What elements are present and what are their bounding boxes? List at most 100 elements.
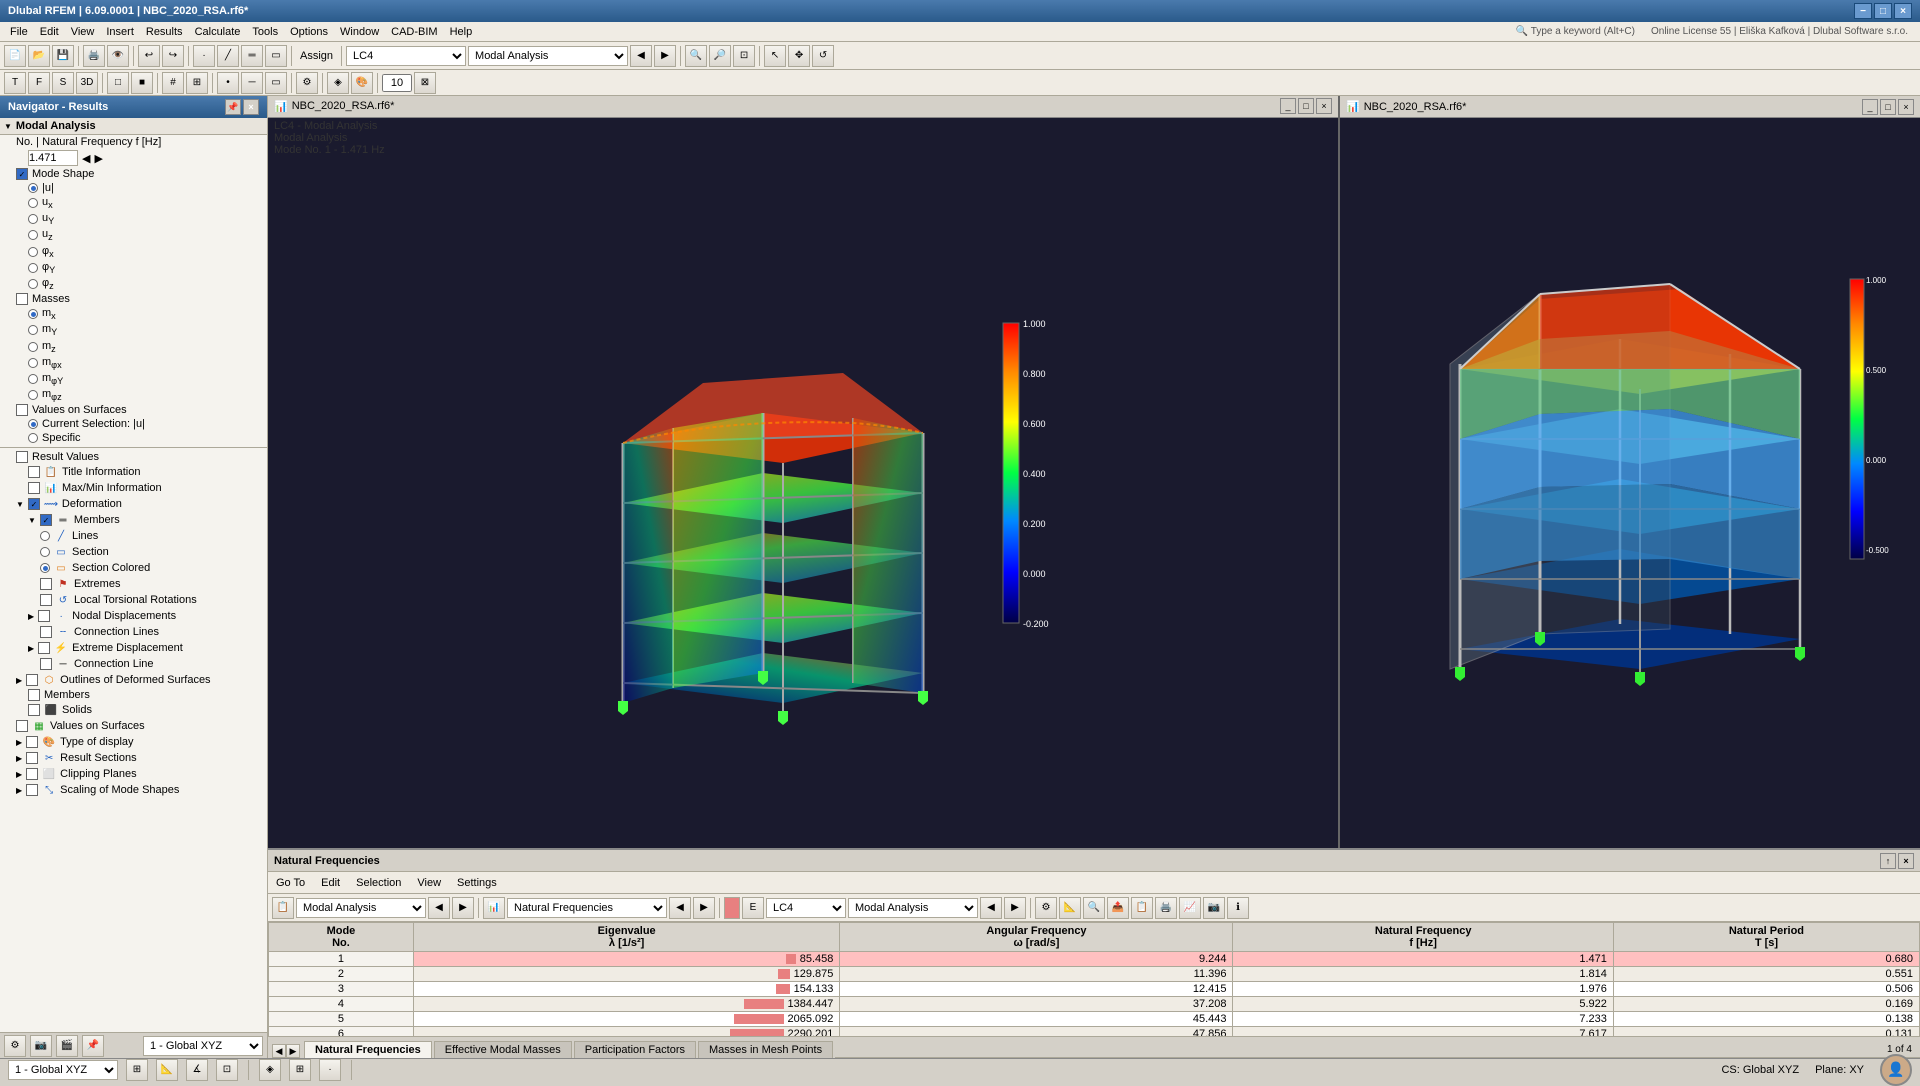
nav-result-values[interactable]: Result Values [0, 450, 267, 464]
nav-specific[interactable]: Specific [0, 431, 267, 445]
results-lc-color[interactable] [724, 897, 740, 919]
nav-deformation[interactable]: ▼ ✓ ⟿ Deformation [0, 496, 267, 512]
nav-values-surfaces2-check[interactable] [16, 720, 28, 732]
nav-bot-btn4[interactable]: 📌 [82, 1035, 104, 1057]
nav-mz-radio[interactable] [28, 342, 38, 352]
status-snap-1[interactable]: ◈ [259, 1059, 281, 1081]
results-graph[interactable]: 📈 [1179, 897, 1201, 919]
nav-uz-radio[interactable] [28, 230, 38, 240]
view-right-close[interactable]: × [1898, 99, 1914, 115]
next-freq-btn[interactable]: ▶ [94, 152, 102, 165]
results-print-btn[interactable]: 🖨️ [1155, 897, 1177, 919]
results-lc-e[interactable]: E [742, 897, 764, 919]
tab-participation[interactable]: Participation Factors [574, 1041, 696, 1058]
results-tb-2[interactable]: 📊 [483, 897, 505, 919]
nav-mphiz-radio[interactable] [28, 390, 38, 400]
tab-masses-mesh[interactable]: Masses in Mesh Points [698, 1041, 833, 1058]
nav-close-button[interactable]: × [243, 99, 259, 115]
nav-values-surfaces-check[interactable] [16, 404, 28, 416]
nav-solids[interactable]: ⬛ Solids [0, 702, 267, 718]
nav-bot-btn1[interactable]: ⚙ [4, 1035, 26, 1057]
nav-mphix-radio[interactable] [28, 358, 38, 368]
zoom-level-input[interactable] [382, 74, 412, 92]
display-settings[interactable]: ⚙ [296, 72, 318, 94]
view-right-max[interactable]: □ [1880, 99, 1896, 115]
nav-u-abs[interactable]: |u| [0, 181, 267, 195]
nav-mx-radio[interactable] [28, 309, 38, 319]
menu-options[interactable]: Options [284, 24, 334, 40]
nav-mode-shape[interactable]: ✓ Mode Shape [0, 167, 267, 181]
nav-connection-line[interactable]: ─ Connection Line [0, 656, 267, 672]
nav-values-surfaces[interactable]: Values on Surfaces [0, 403, 267, 417]
nav-outlines-members-check[interactable] [28, 689, 40, 701]
analysis-combo[interactable]: Modal Analysis [468, 46, 628, 66]
results-lc-nav-prev[interactable]: ◀ [980, 897, 1002, 919]
nav-title-info-check[interactable] [28, 466, 40, 478]
nav-clipping[interactable]: ▶ ⬜ Clipping Planes [0, 766, 267, 782]
nav-deformation-check[interactable]: ✓ [28, 498, 40, 510]
nav-clipping-check[interactable] [26, 768, 38, 780]
nav-scaling-check[interactable] [26, 784, 38, 796]
menu-tools[interactable]: Tools [246, 24, 284, 40]
nav-values-surfaces2[interactable]: ▦ Values on Surfaces [0, 718, 267, 734]
results-next[interactable]: ▶ [452, 897, 474, 919]
undo-button[interactable]: ↩ [138, 45, 160, 67]
node-button[interactable]: · [193, 45, 215, 67]
next-result[interactable]: ▶ [654, 45, 676, 67]
prev-freq-btn[interactable]: ◀ [82, 152, 90, 165]
save-button[interactable]: 💾 [52, 45, 74, 67]
tab-nav-left[interactable]: ◀ [272, 1044, 286, 1058]
nav-section[interactable]: ▭ Section [0, 544, 267, 560]
prev-result[interactable]: ◀ [630, 45, 652, 67]
color-map[interactable]: 🎨 [351, 72, 373, 94]
nav-pin-button[interactable]: 📌 [225, 99, 241, 115]
lc-combo[interactable]: LC4 [346, 46, 466, 66]
minimize-button[interactable]: − [1854, 3, 1872, 19]
close-button[interactable]: × [1894, 3, 1912, 19]
new-button[interactable]: 📄 [4, 45, 26, 67]
view-3d[interactable]: 3D [76, 72, 98, 94]
nav-solids-check[interactable] [28, 704, 40, 716]
nav-title-information[interactable]: 📋 Title Information [0, 464, 267, 480]
zoom-apply[interactable]: ⊠ [414, 72, 436, 94]
show-nodes[interactable]: • [217, 72, 239, 94]
nav-connection-lines[interactable]: ╌ Connection Lines [0, 624, 267, 640]
results-analysis-combo[interactable]: Modal Analysis [296, 898, 426, 918]
zoom-out[interactable]: 🔎 [709, 45, 731, 67]
nav-type-display-check[interactable] [26, 736, 38, 748]
nav-u-abs-radio[interactable] [28, 183, 38, 193]
menu-results[interactable]: Results [140, 24, 189, 40]
wireframe[interactable]: □ [107, 72, 129, 94]
nav-phix[interactable]: φx [0, 244, 267, 260]
nav-outlines-members[interactable]: Members [0, 688, 267, 702]
nav-result-sections-check[interactable] [26, 752, 38, 764]
nav-phix-radio[interactable] [28, 247, 38, 257]
results-freq-next[interactable]: ▶ [693, 897, 715, 919]
menu-edit[interactable]: Edit [34, 24, 65, 40]
show-members[interactable]: ─ [241, 72, 263, 94]
results-prev[interactable]: ◀ [428, 897, 450, 919]
results-info[interactable]: ℹ [1227, 897, 1249, 919]
nav-masses-check[interactable] [16, 293, 28, 305]
bottom-panel-close[interactable]: × [1898, 853, 1914, 869]
menu-calculate[interactable]: Calculate [189, 24, 247, 40]
surface-button[interactable]: ▭ [265, 45, 287, 67]
solid[interactable]: ■ [131, 72, 153, 94]
nav-freq-value-row[interactable]: ◀ ▶ [0, 149, 267, 167]
status-btn-1[interactable]: ⊞ [126, 1059, 148, 1081]
status-snap-2[interactable]: ⊞ [289, 1059, 311, 1081]
menu-file[interactable]: File [4, 24, 34, 40]
nav-local-torsional-check[interactable] [40, 594, 52, 606]
nav-extreme-check[interactable] [38, 642, 50, 654]
nav-extremes[interactable]: ⚑ Extremes [0, 576, 267, 592]
menu-cad-bim[interactable]: CAD-BIM [385, 24, 443, 40]
nav-phiy-radio[interactable] [28, 263, 38, 273]
member-button[interactable]: ═ [241, 45, 263, 67]
results-freq-prev[interactable]: ◀ [669, 897, 691, 919]
nav-uy-radio[interactable] [28, 214, 38, 224]
menu-window[interactable]: Window [334, 24, 385, 40]
nav-mphiy-radio[interactable] [28, 374, 38, 384]
results-settings-2[interactable]: 📐 [1059, 897, 1081, 919]
bottom-edit[interactable]: Edit [317, 876, 344, 890]
bottom-view[interactable]: View [413, 876, 445, 890]
